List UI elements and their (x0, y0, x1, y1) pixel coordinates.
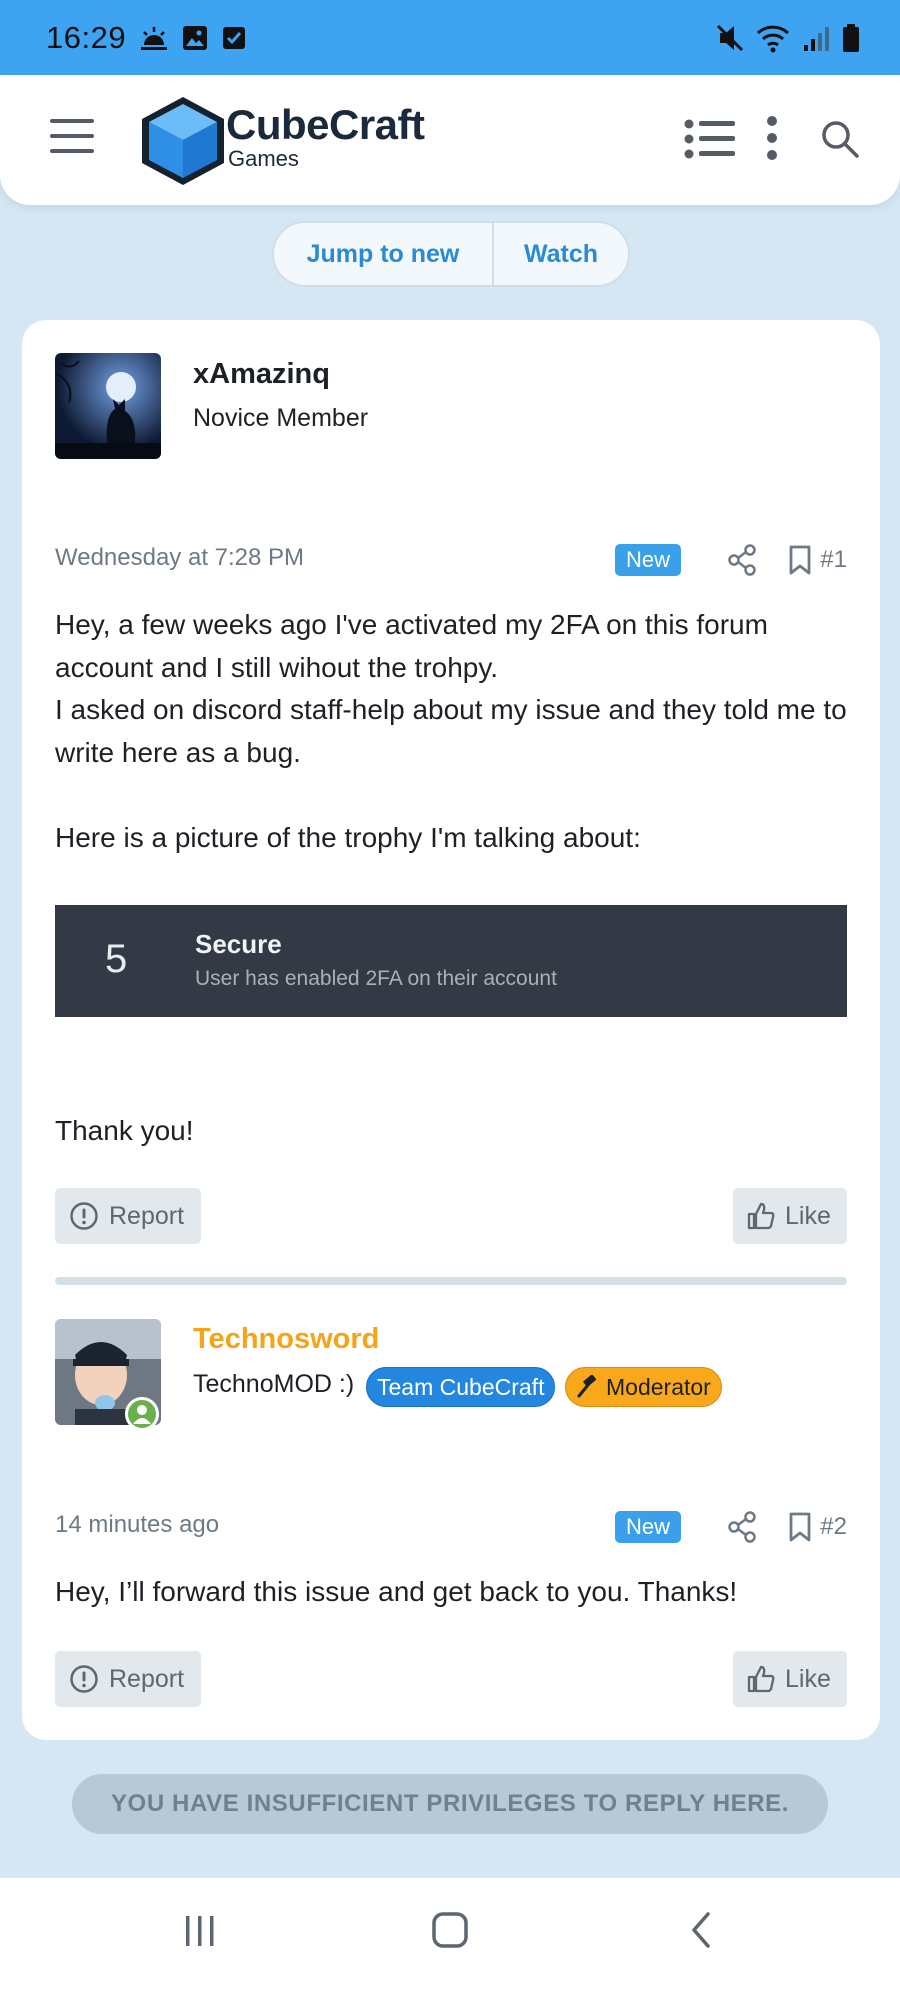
thread-button-group: Jump to new Watch (272, 221, 630, 287)
signal-icon (804, 26, 829, 51)
weather-icon (141, 26, 168, 50)
online-status-icon (125, 1397, 159, 1431)
hammer-icon (577, 1375, 597, 1398)
more-vertical-icon[interactable] (764, 115, 780, 161)
share-icon[interactable] (727, 544, 757, 576)
recent-apps-icon[interactable] (180, 1910, 220, 1950)
trophy-name: Secure (195, 929, 282, 959)
trophy-points: 5 (105, 937, 128, 981)
bookmark-icon[interactable] (787, 1511, 813, 1543)
search-icon[interactable] (820, 119, 860, 159)
post-username[interactable]: Technosword (193, 1323, 379, 1356)
post-user-title: Novice Member (193, 404, 369, 432)
like-button[interactable]: Like (733, 1188, 847, 1244)
menu-icon[interactable] (50, 119, 94, 159)
battery-icon (843, 23, 859, 52)
watch-button[interactable]: Watch (494, 223, 628, 285)
no-reply-notice: YOU HAVE INSUFFICIENT PRIVILEGES TO REPL… (72, 1774, 828, 1834)
post-meta: 14 minutes ago New #2 (55, 1507, 847, 1547)
moderator-tag: Moderator (565, 1367, 722, 1407)
jump-to-new-button[interactable]: Jump to new (274, 223, 494, 285)
post-body-line: Hey, a few weeks ago I've activated my 2… (55, 609, 768, 683)
post-date[interactable]: 14 minutes ago (55, 1511, 219, 1539)
new-badge: New (615, 1511, 681, 1543)
avatar[interactable] (55, 1319, 161, 1431)
post-body-line: Thank you! (55, 1115, 194, 1146)
share-icon[interactable] (727, 1511, 757, 1543)
new-badge: New (615, 544, 681, 576)
mute-icon (716, 24, 744, 51)
tag-label: Team CubeCraft (377, 1373, 545, 1400)
post-number[interactable]: #1 (820, 546, 847, 574)
brand-name: CubeCraft (226, 101, 425, 148)
back-icon[interactable] (682, 1910, 722, 1950)
like-label: Like (785, 1201, 831, 1230)
alert-icon (70, 1665, 98, 1693)
post-divider (55, 1277, 847, 1285)
thumbs-up-icon (747, 1202, 775, 1230)
tag-label: Moderator (606, 1373, 711, 1400)
alert-icon (70, 1202, 98, 1230)
team-cubecraft-tag: Team CubeCraft (366, 1367, 556, 1407)
post-username[interactable]: xAmazinq (193, 358, 330, 391)
avatar[interactable] (55, 353, 161, 459)
trophy-description: User has enabled 2FA on their account (195, 967, 557, 990)
post-user-title: TechnoMOD :) (193, 1370, 355, 1398)
trophy-image: 5 Secure User has enabled 2FA on their a… (55, 905, 847, 1017)
status-bar: 16:29 (0, 0, 900, 75)
report-button[interactable]: Report (55, 1651, 201, 1707)
like-label: Like (785, 1664, 831, 1693)
post-meta: Wednesday at 7:28 PM New #1 (55, 540, 847, 580)
posts-card: xAmazinq Novice Member Wednesday at 7:28… (22, 320, 880, 1740)
checkbox-icon (223, 26, 246, 49)
cube-logo-icon[interactable] (136, 93, 230, 187)
site-header: CubeCraft Games (0, 75, 900, 205)
gallery-icon (183, 25, 208, 50)
avatar-image (55, 353, 161, 459)
post-body-line: Hey, I’ll forward this issue and get bac… (55, 1576, 738, 1607)
wifi-icon (756, 25, 790, 52)
thumbs-up-icon (747, 1665, 775, 1693)
post-number[interactable]: #2 (820, 1513, 847, 1541)
report-label: Report (109, 1201, 185, 1230)
status-time: 16:29 (46, 19, 127, 55)
system-nav-bar (0, 1878, 900, 2000)
bookmark-icon[interactable] (787, 544, 813, 576)
report-label: Report (109, 1664, 185, 1693)
like-button[interactable]: Like (733, 1651, 847, 1707)
post-body-line: Here is a picture of the trophy I'm talk… (55, 822, 641, 853)
brand-sub: Games (228, 146, 299, 171)
report-button[interactable]: Report (55, 1188, 201, 1244)
brand[interactable]: CubeCraft Games (226, 103, 425, 171)
post-body-line: I asked on discord staff-help about my i… (55, 694, 847, 768)
list-icon[interactable] (684, 119, 736, 159)
home-icon[interactable] (430, 1910, 470, 1950)
post-date[interactable]: Wednesday at 7:28 PM (55, 544, 304, 572)
